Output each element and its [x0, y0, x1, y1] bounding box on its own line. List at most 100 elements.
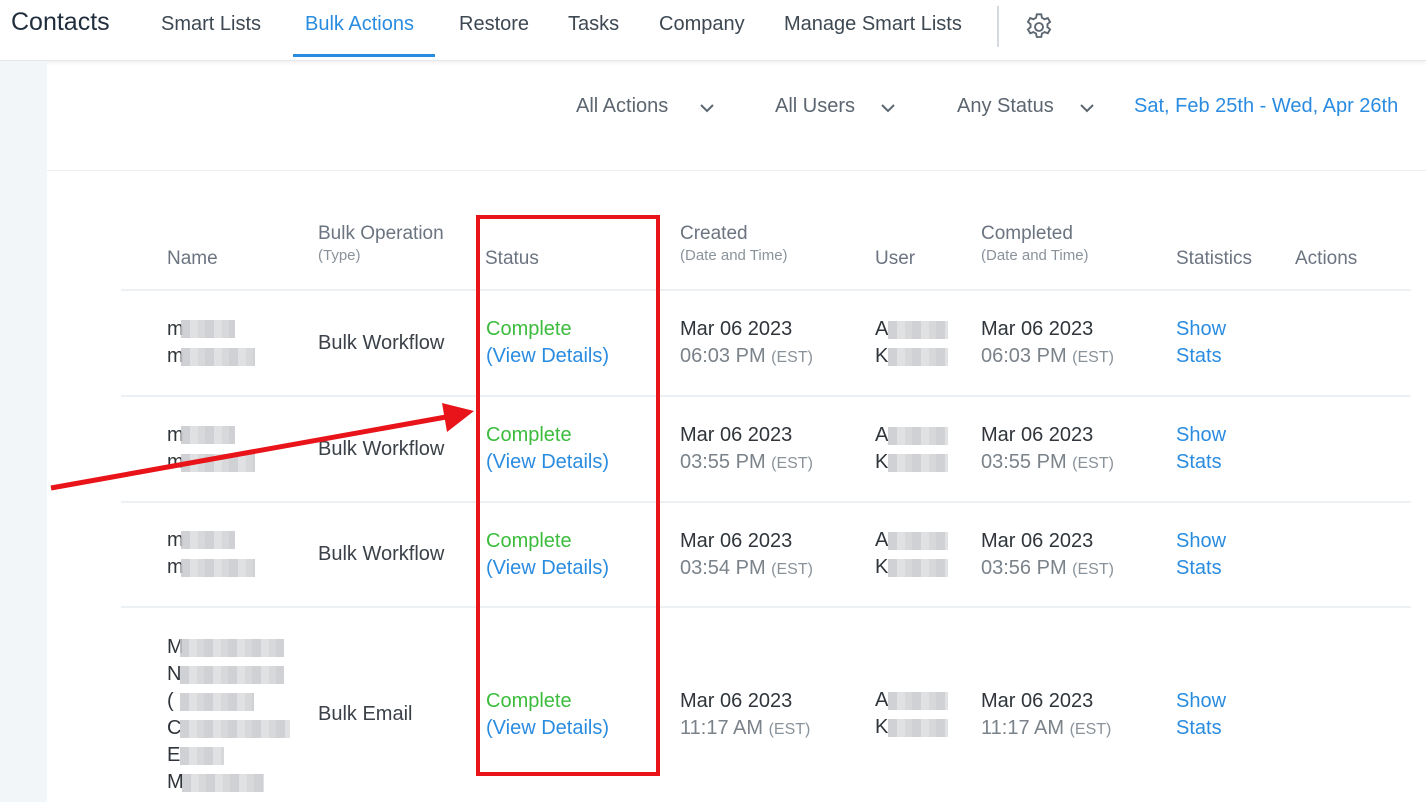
user-fragment: K [875, 556, 889, 578]
completed-time-line: 11:17 AM (EST) [981, 715, 1111, 743]
completed-date: Mar 06 2023 [981, 424, 1094, 446]
show-stats-label: Show [1176, 318, 1227, 340]
gear-icon[interactable] [1023, 11, 1055, 43]
timezone: (EST) [768, 721, 811, 738]
user-fragment: A [875, 318, 889, 340]
user-fragment: A [875, 689, 889, 711]
redacted-text [888, 719, 948, 737]
bulk-operation-type: Bulk Email [318, 703, 413, 725]
user-fragment: K [875, 451, 889, 473]
show-stats-link[interactable]: Show Stats [1176, 528, 1226, 582]
show-stats-link[interactable]: Show Stats [1176, 316, 1226, 370]
user-fragment: K [875, 345, 889, 367]
filter-status[interactable]: Any Status [957, 95, 1054, 118]
header-completed: Completed (Date and Time) [981, 221, 1089, 266]
chevron-down-icon[interactable] [698, 99, 716, 117]
timezone: (EST) [1072, 455, 1114, 472]
filter-actions[interactable]: All Actions [576, 95, 668, 118]
redacted-text [888, 692, 948, 710]
redacted-text [181, 454, 255, 472]
redacted-text [888, 532, 948, 550]
completed-cell: Mar 06 2023 03:56 PM (EST) [981, 528, 1114, 583]
tab-manage-smart-lists[interactable]: Manage Smart Lists [784, 13, 962, 36]
tab-restore[interactable]: Restore [459, 13, 529, 36]
completed-time: 11:17 AM [981, 717, 1065, 739]
show-stats-link[interactable]: Show Stats [1176, 688, 1226, 742]
show-stats-label: Show [1176, 424, 1227, 446]
header-actions: Actions [1295, 248, 1358, 269]
created-date: Mar 06 2023 [680, 318, 793, 340]
redacted-text [180, 639, 284, 657]
redacted-text [180, 693, 254, 711]
tab-smart-lists[interactable]: Smart Lists [161, 13, 261, 36]
created-time-line: 06:03 PM (EST) [680, 343, 813, 371]
redacted-text [888, 559, 948, 577]
redacted-text [181, 426, 235, 444]
created-time-line: 03:55 PM (EST) [680, 449, 813, 477]
created-time: 03:54 PM [680, 557, 766, 579]
redacted-text [180, 747, 224, 765]
tab-bulk-actions[interactable]: Bulk Actions [305, 13, 414, 36]
created-time: 03:55 PM [680, 451, 766, 473]
chevron-down-icon[interactable] [879, 99, 897, 117]
completed-time: 03:55 PM [981, 451, 1067, 473]
redacted-text [182, 774, 264, 792]
user-fragment: K [875, 716, 889, 738]
timezone: (EST) [1069, 721, 1112, 738]
show-stats-label: Stats [1176, 345, 1222, 367]
nav-divider [997, 6, 999, 47]
tab-company[interactable]: Company [659, 13, 745, 36]
name-fragment: ( [167, 690, 174, 712]
redacted-text [888, 321, 948, 339]
header-bulk-operation: Bulk Operation (Type) [318, 221, 444, 266]
created-time: 11:17 AM [680, 717, 764, 739]
created-date: Mar 06 2023 [680, 424, 793, 446]
header-completed-sub: (Date and Time) [981, 247, 1089, 264]
created-time: 06:03 PM [680, 345, 766, 367]
completed-time: 06:03 PM [981, 345, 1067, 367]
redacted-text [181, 348, 255, 366]
row-divider [121, 395, 1411, 397]
date-range-picker[interactable]: Sat, Feb 25th - Wed, Apr 26th [1134, 95, 1398, 118]
completed-date: Mar 06 2023 [981, 318, 1094, 340]
divider [47, 170, 1426, 171]
bulk-operation-type: Bulk Workflow [318, 332, 445, 354]
bulk-operation-type: Bulk Workflow [318, 438, 445, 460]
completed-time-line: 03:56 PM (EST) [981, 555, 1114, 583]
created-cell: Mar 06 2023 03:54 PM (EST) [680, 528, 813, 583]
redacted-text [888, 348, 948, 366]
bulk-operation-type: Bulk Workflow [318, 543, 445, 565]
user-fragment: A [875, 529, 889, 551]
header-created: Created (Date and Time) [680, 221, 788, 266]
timezone: (EST) [1072, 561, 1114, 578]
tab-tasks[interactable]: Tasks [568, 13, 619, 36]
redacted-text [181, 531, 235, 549]
show-stats-label: Show [1176, 690, 1227, 712]
timezone: (EST) [771, 455, 813, 472]
completed-time-line: 06:03 PM (EST) [981, 343, 1114, 371]
header-statistics: Statistics [1176, 248, 1253, 269]
name-fragment: E [167, 744, 181, 766]
created-time-line: 03:54 PM (EST) [680, 555, 813, 583]
completed-cell: Mar 06 2023 06:03 PM (EST) [981, 316, 1114, 371]
header-name: Name [167, 248, 218, 269]
chevron-down-icon[interactable] [1078, 99, 1096, 117]
show-stats-label: Show [1176, 530, 1227, 552]
filter-users[interactable]: All Users [775, 95, 855, 118]
created-time-line: 11:17 AM (EST) [680, 715, 810, 743]
completed-cell: Mar 06 2023 03:55 PM (EST) [981, 422, 1114, 477]
redacted-text [180, 720, 290, 738]
completed-time-line: 03:55 PM (EST) [981, 449, 1114, 477]
left-sidebar-strip [0, 61, 47, 802]
created-cell: Mar 06 2023 03:55 PM (EST) [680, 422, 813, 477]
redacted-text [888, 454, 948, 472]
created-cell: Mar 06 2023 06:03 PM (EST) [680, 316, 813, 371]
redacted-text [181, 320, 235, 338]
header-bulk-operation-sub: (Type) [318, 247, 361, 264]
show-stats-link[interactable]: Show Stats [1176, 422, 1226, 476]
timezone: (EST) [1072, 349, 1114, 366]
header-completed-label: Completed [981, 223, 1073, 244]
app-title: Contacts [11, 8, 110, 36]
completed-date: Mar 06 2023 [981, 530, 1094, 552]
timezone: (EST) [771, 561, 813, 578]
